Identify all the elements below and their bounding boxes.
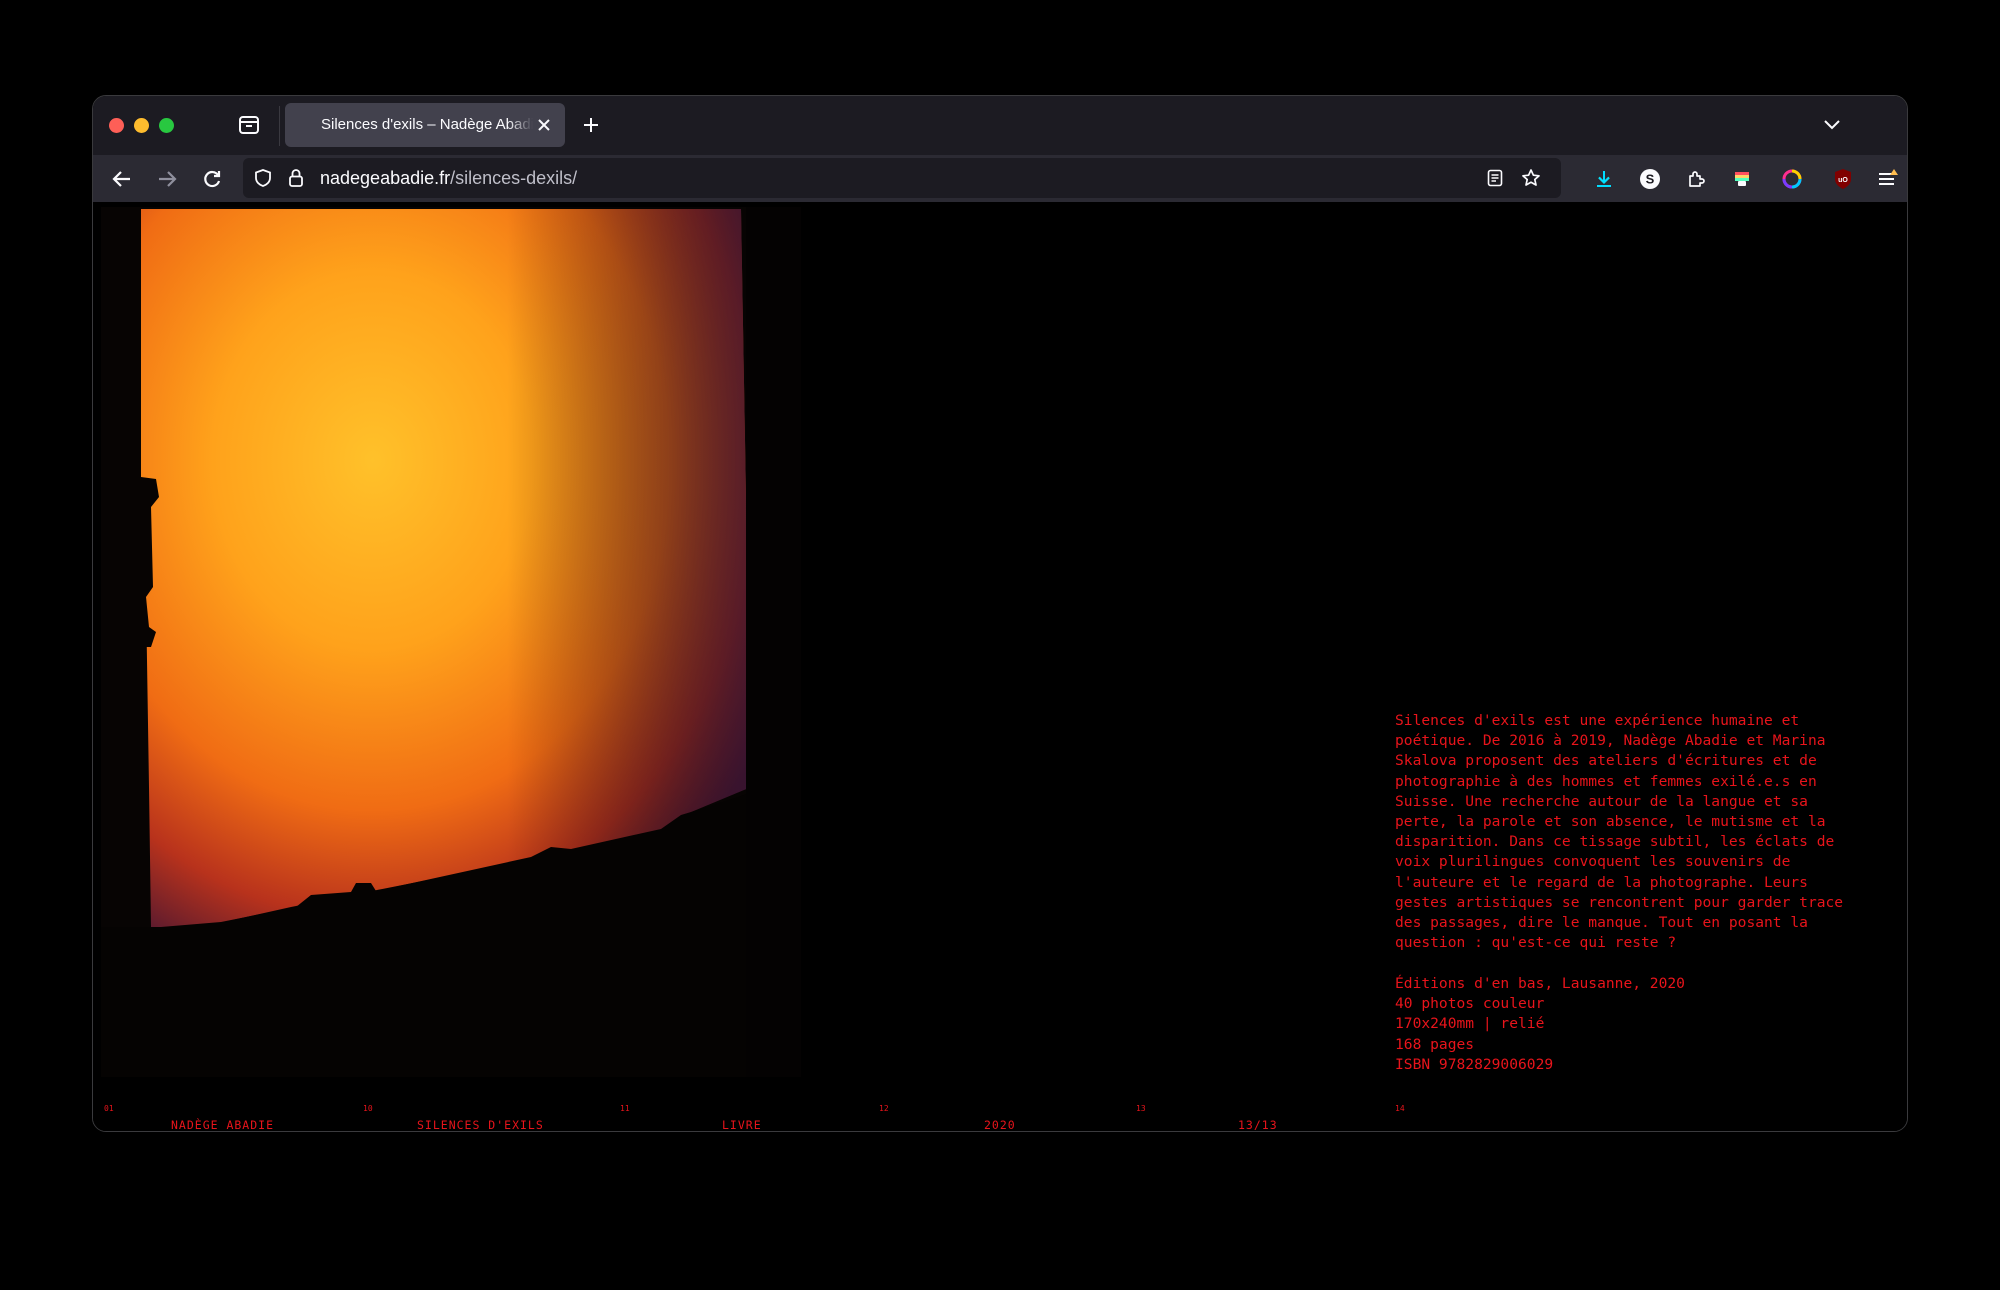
footer-index-10: 10 <box>363 1104 373 1113</box>
photo-count: 40 photos couleur <box>1395 995 1545 1013</box>
forward-arrow-icon[interactable] <box>154 166 180 192</box>
tab-close-icon[interactable] <box>533 114 555 136</box>
tab-separator <box>279 106 280 146</box>
s-account-icon[interactable]: S <box>1637 166 1663 192</box>
footer-index-01: 01 <box>104 1104 114 1113</box>
navigation-toolbar: nadegeabadie.fr/silences-dexils/ S uO <box>93 155 1907 202</box>
footer-year: 2020 <box>984 1118 1016 1132</box>
shield-icon[interactable] <box>251 166 275 190</box>
tab-active[interactable]: Silences d'exils – Nadège Abadie <box>285 103 565 147</box>
reload-icon[interactable] <box>199 166 225 192</box>
firefox-view-icon[interactable] <box>236 112 262 138</box>
svg-text:uO: uO <box>1838 177 1848 184</box>
svg-text:S: S <box>1646 172 1655 187</box>
browser-window: Silences d'exils – Nadège Abadie nadegea… <box>92 95 1908 1132</box>
url-path: /silences-dexils/ <box>450 168 578 188</box>
footer-index-14: 14 <box>1395 1104 1405 1113</box>
back-arrow-icon[interactable] <box>109 166 135 192</box>
footer-link-nadege-abadie[interactable]: NADÈGE ABADIE <box>171 1118 274 1131</box>
footer-index-13: 13 <box>1136 1104 1146 1113</box>
page-content: Silences d'exils est une expérience huma… <box>93 202 1907 1131</box>
zoom-window-button[interactable] <box>159 118 174 133</box>
publisher: Éditions d'en bas, Lausanne, 2020 <box>1395 975 1685 992</box>
url-text[interactable]: nadegeabadie.fr/silences-dexils/ <box>320 158 577 198</box>
footer-link-livre[interactable]: LIVRE <box>722 1118 762 1131</box>
reader-view-icon[interactable] <box>1484 167 1506 189</box>
footer-link-silences-dexils[interactable]: SILENCES D'EXILS <box>417 1118 544 1131</box>
book-format: 170x240mm | relié <box>1395 1015 1545 1033</box>
bookmark-star-icon[interactable] <box>1519 166 1543 190</box>
page-count: 168 pages <box>1395 1035 1475 1053</box>
tab-bar: Silences d'exils – Nadège Abadie <box>93 96 1907 155</box>
lock-icon[interactable] <box>285 166 307 190</box>
project-description: Silences d'exils est une expérience huma… <box>1395 712 1844 952</box>
color-picker-ring-icon[interactable] <box>1779 166 1805 192</box>
colorful-extension-icon[interactable] <box>1729 166 1755 192</box>
extensions-puzzle-icon[interactable] <box>1683 166 1709 192</box>
close-window-button[interactable] <box>109 118 124 133</box>
menu-hamburger-icon[interactable] <box>1875 166 1901 192</box>
footer-image-counter: 13/13 <box>1238 1118 1278 1132</box>
sunset-window-photo <box>101 207 801 1077</box>
new-tab-icon[interactable] <box>579 113 603 137</box>
isbn: ISBN 9782829006029 <box>1395 1055 1554 1073</box>
tab-title: Silences d'exils – Nadège Abadie <box>321 116 533 133</box>
ublock-origin-icon[interactable]: uO <box>1830 166 1856 192</box>
publication-details: Éditions d'en bas, Lausanne, 2020 40 pho… <box>1395 974 1685 1075</box>
downloads-icon[interactable] <box>1591 166 1617 192</box>
minimize-window-button[interactable] <box>134 118 149 133</box>
url-domain: nadegeabadie.fr <box>320 168 451 188</box>
url-bar[interactable]: nadegeabadie.fr/silences-dexils/ <box>243 158 1561 198</box>
footer-index-12: 12 <box>879 1104 889 1113</box>
list-all-tabs-chevron-down-icon[interactable] <box>1820 113 1844 137</box>
footer-index-11: 11 <box>620 1104 630 1113</box>
